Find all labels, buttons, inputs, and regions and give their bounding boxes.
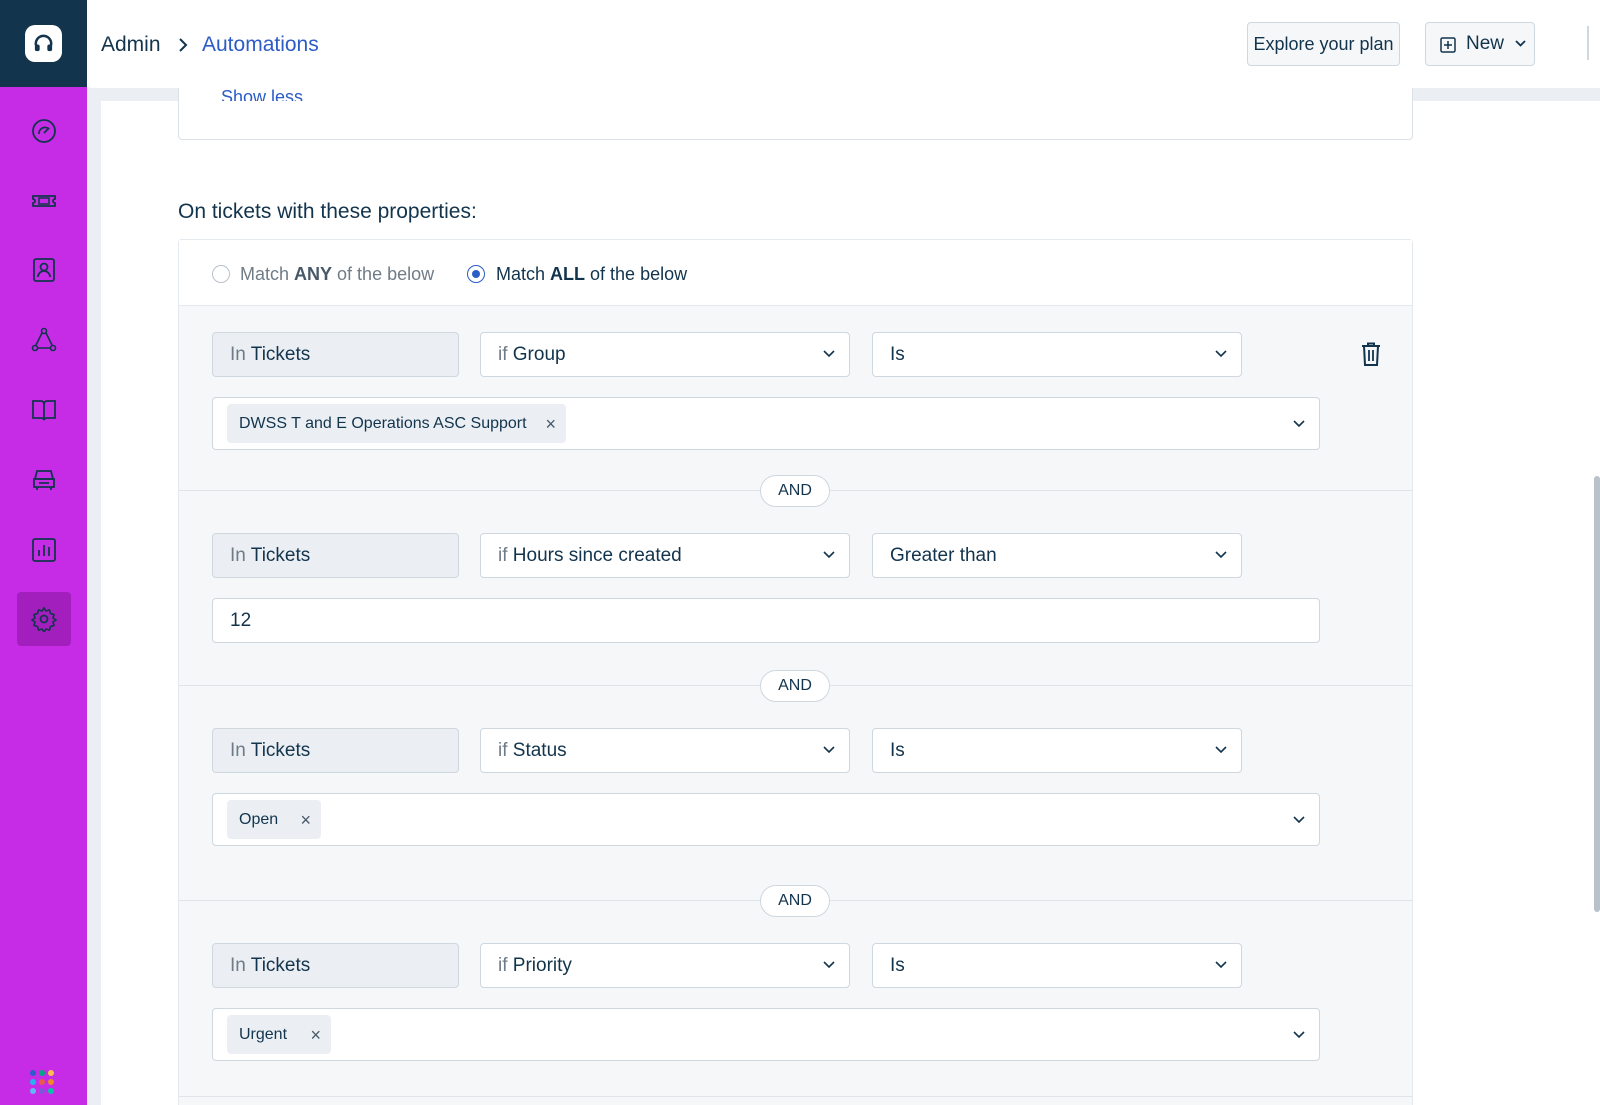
chevron-down-icon (1215, 961, 1227, 969)
trash-icon[interactable] (1361, 342, 1381, 366)
sidebar-item-assets[interactable] (17, 453, 71, 507)
helpdesk-logo-icon[interactable] (25, 25, 62, 62)
condition-1-operator-dropdown[interactable]: Is (872, 332, 1242, 377)
and-pill: AND (760, 885, 830, 917)
chevron-down-icon (823, 961, 835, 969)
sidebar-item-solutions[interactable] (17, 383, 71, 437)
condition-1-value-select[interactable]: DWSS T and E Operations ASC Support × (212, 397, 1320, 450)
and-pill: AND (760, 475, 830, 507)
social-icon (31, 327, 57, 352)
condition-separator (179, 1096, 1412, 1097)
previous-section-card: Show less (178, 88, 1413, 140)
value-chip: DWSS T and E Operations ASC Support × (227, 404, 566, 443)
section-title: On tickets with these properties: (178, 200, 477, 223)
value-chip: Urgent × (227, 1015, 331, 1054)
chevron-down-icon (1515, 40, 1526, 47)
condition-3-operator-dropdown[interactable]: Is (872, 728, 1242, 773)
explore-plan-button[interactable]: Explore your plan (1247, 22, 1400, 66)
dashboard-icon (32, 119, 56, 143)
chevron-down-icon (1293, 816, 1305, 824)
conditions-card: Match ANY of the below Match ALL of the … (178, 239, 1413, 1105)
scrollbar-thumb[interactable] (1594, 476, 1600, 912)
match-mode-bar: Match ANY of the below Match ALL of the … (179, 240, 1412, 306)
logo-area (0, 0, 87, 87)
sidebar (0, 0, 87, 1105)
condition-1-field-dropdown[interactable]: if Group (480, 332, 850, 377)
match-all-label[interactable]: Match ALL of the below (496, 264, 687, 285)
sidebar-item-social[interactable] (17, 313, 71, 367)
chevron-down-icon (1293, 1031, 1305, 1039)
show-less-link[interactable]: Show less (221, 88, 303, 101)
chevron-down-icon (1215, 350, 1227, 358)
sidebar-item-admin[interactable] (17, 592, 71, 646)
plus-box-icon (1440, 37, 1456, 53)
chevron-right-icon (179, 38, 188, 52)
sidebar-item-contacts[interactable] (17, 243, 71, 297)
top-header: Admin Automations Explore your plan New (87, 0, 1600, 88)
condition-4-operator-dropdown[interactable]: Is (872, 943, 1242, 988)
condition-2-operator-dropdown[interactable]: Greater than (872, 533, 1242, 578)
sidebar-item-dashboard[interactable] (17, 104, 71, 158)
analytics-icon (32, 538, 56, 562)
condition-1-scope: In Tickets (212, 332, 459, 377)
chip-remove-icon[interactable]: × (545, 405, 556, 444)
chip-remove-icon[interactable]: × (310, 1016, 321, 1055)
chevron-down-icon (823, 551, 835, 559)
chevron-down-icon (823, 746, 835, 754)
condition-4-scope: In Tickets (212, 943, 459, 988)
chip-remove-icon[interactable]: × (300, 801, 311, 840)
chevron-down-icon (823, 350, 835, 358)
solutions-icon (32, 400, 56, 421)
condition-2-field-dropdown[interactable]: if Hours since created (480, 533, 850, 578)
sidebar-item-tickets[interactable] (17, 174, 71, 228)
apps-grid-icon[interactable] (30, 1070, 58, 1098)
condition-3-field-dropdown[interactable]: if Status (480, 728, 850, 773)
assets-icon (33, 470, 55, 490)
new-button[interactable]: New (1425, 22, 1535, 66)
admin-gear-icon (31, 606, 57, 632)
match-all-radio[interactable] (467, 265, 485, 283)
header-divider (1587, 26, 1589, 60)
and-pill: AND (760, 670, 830, 702)
condition-4-value-select[interactable]: Urgent × (212, 1008, 1320, 1061)
condition-2-value-input[interactable]: 12 (212, 598, 1320, 643)
breadcrumb-admin[interactable]: Admin (101, 33, 161, 57)
condition-3-scope: In Tickets (212, 728, 459, 773)
match-any-label[interactable]: Match ANY of the below (240, 264, 434, 285)
value-chip: Open × (227, 800, 321, 839)
tickets-icon (32, 195, 56, 207)
contacts-icon (33, 258, 55, 282)
condition-4-field-dropdown[interactable]: if Priority (480, 943, 850, 988)
chevron-down-icon (1293, 420, 1305, 428)
condition-3-value-select[interactable]: Open × (212, 793, 1320, 846)
match-any-radio[interactable] (212, 265, 230, 283)
chevron-down-icon (1215, 746, 1227, 754)
sidebar-item-analytics[interactable] (17, 523, 71, 577)
new-button-label: New (1466, 33, 1505, 54)
chevron-down-icon (1215, 551, 1227, 559)
breadcrumb-automations[interactable]: Automations (202, 33, 319, 57)
condition-2-scope: In Tickets (212, 533, 459, 578)
